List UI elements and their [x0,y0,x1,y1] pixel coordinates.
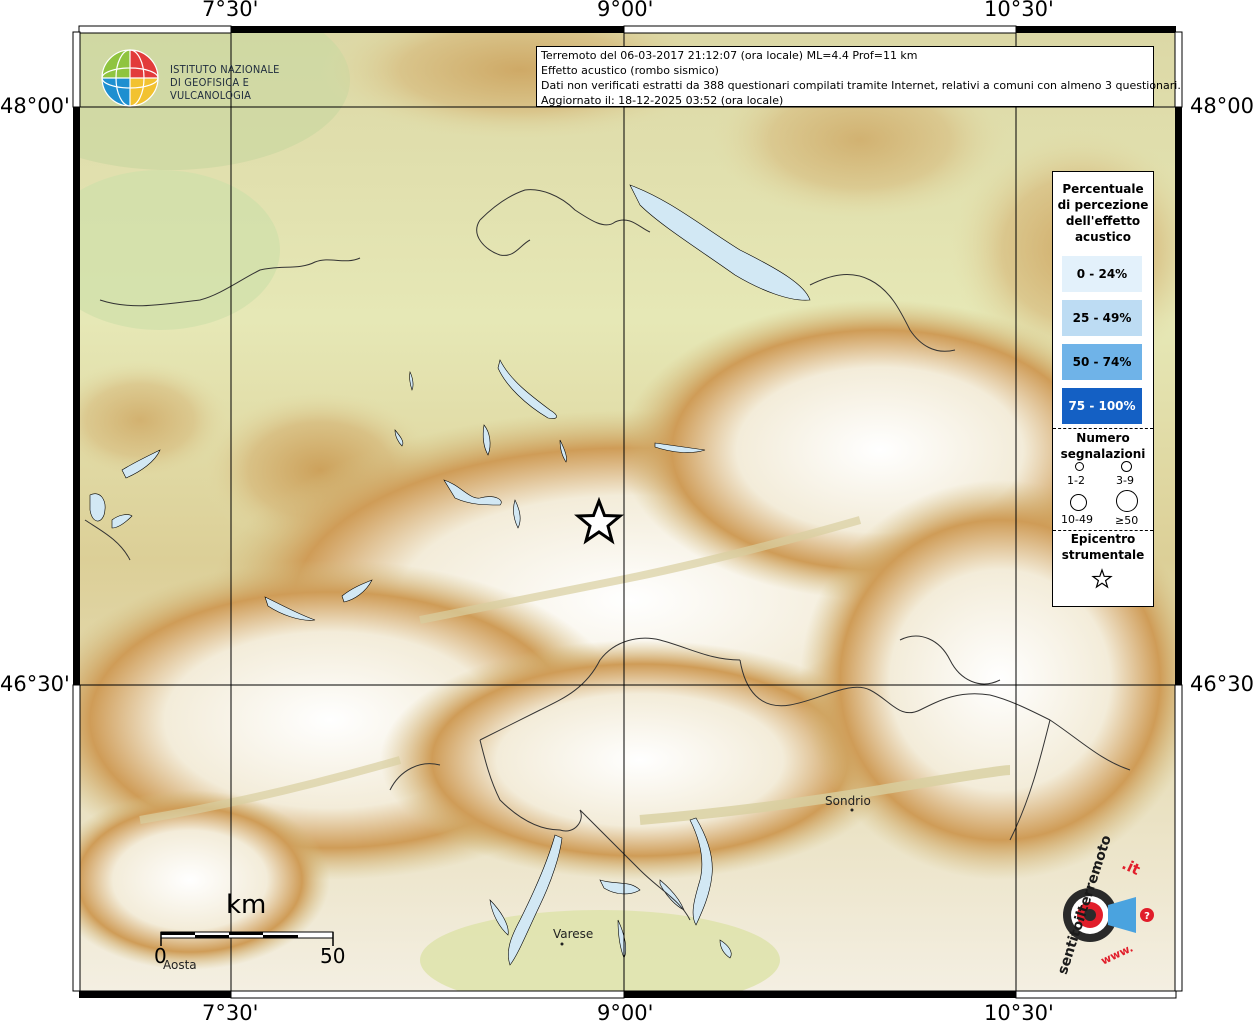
terrain-layer [79,32,1176,991]
lat-label-right-2: 46°30' [1190,672,1255,696]
legend-star-icon [1091,568,1113,589]
lon-label-bottom-1: 7°30' [202,1001,259,1025]
scale-unit: km [226,890,267,920]
event-title: Terremoto del 06-03-2017 21:12:07 (ora l… [541,49,918,62]
lat-label-right-1: 48°00' [1190,94,1255,118]
ingv-logo-line2: DI GEOFISICA E VULCANOLOGIA [170,76,252,102]
legend-epicenter-title: Epicentro strumentale [1053,531,1153,563]
event-subtitle: Effetto acustico (rombo sismico) [541,64,719,77]
legend-count-title: Numero segnalazioni [1053,430,1153,462]
lat-label-left-1: 48°00' [0,94,70,118]
count-label-3-9: 3-9 [1116,474,1134,487]
count-label-1-2: 1-2 [1067,474,1085,487]
ingv-logo-line1: ISTITUTO NAZIONALE [170,63,280,76]
scale-end: 50 [320,944,346,968]
city-label-varese: Varese [553,927,594,941]
legend-class-75-100: 75 - 100% [1062,388,1142,424]
legend-title-line: acustico [1074,230,1132,244]
legend-class-50-74: 50 - 74% [1062,344,1142,380]
legend-count-title-line: Numero [1076,431,1130,445]
count-circle-3-9 [1121,461,1132,472]
lon-label-top-3: 10°30' [984,0,1054,21]
lon-label-top-2: 9°00' [597,0,654,21]
legend-epicenter-title-line: Epicentro [1070,532,1136,546]
lat-label-left-2: 46°30' [0,672,70,696]
ingv-logo-text: ISTITUTO NAZIONALE DI GEOFISICA E VULCAN… [170,63,320,102]
legend-title-line: Percentuale [1062,182,1144,196]
count-label-10-49: 10-49 [1061,513,1093,526]
legend-title-line: di percezione [1057,198,1149,212]
ingv-logo: ISTITUTO NAZIONALE DI GEOFISICA E VULCAN… [100,48,320,110]
count-circle-50 [1116,490,1138,512]
legend-class-0-24: 0 - 24% [1062,256,1142,292]
sondrio-marker [850,808,854,812]
legend-class-25-49: 25 - 49% [1062,300,1142,336]
event-updated: Aggiornato il: 18-12-2025 03:52 (ora loc… [541,94,784,107]
city-label-sondrio: Sondrio [825,794,871,808]
legend-title: Percentuale di percezione dell'effetto a… [1053,181,1153,245]
lon-label-bottom-3: 10°30' [984,1001,1054,1025]
lon-label-top-1: 7°30' [202,0,259,21]
count-circle-1-2 [1075,462,1084,471]
legend-title-line: dell'effetto [1065,214,1141,228]
count-label-50: ≥50 [1115,514,1139,527]
city-label-aosta: Aosta [163,958,197,972]
legend-separator [1053,428,1153,429]
scale-start: 0 [154,944,167,968]
legend-panel: Percentuale di percezione dell'effetto a… [1052,171,1154,607]
legend-epicenter-title-line: strumentale [1061,548,1145,562]
badge-www: www. [1098,941,1136,968]
badge-suffix: .it [1119,855,1143,879]
count-circle-10-49 [1070,494,1087,511]
event-data-note: Dati non verificati estratti da 388 ques… [541,79,1181,92]
lon-label-bottom-2: 9°00' [597,1001,654,1025]
event-info-box: Terremoto del 06-03-2017 21:12:07 (ora l… [536,46,1181,107]
sentitoilterremoto-badge[interactable]: sentitoilterremoto .it www. [1030,833,1170,978]
varese-marker [560,942,564,946]
legend-count-title-line: segnalazioni [1060,447,1146,461]
